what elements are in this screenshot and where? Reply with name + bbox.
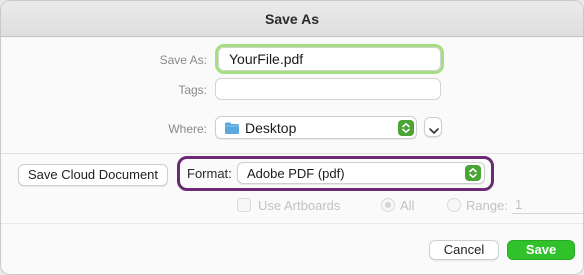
where-label: Where: bbox=[168, 122, 207, 136]
folder-icon bbox=[224, 121, 240, 140]
save-button[interactable]: Save bbox=[507, 240, 575, 260]
save-cloud-document-button[interactable]: Save Cloud Document bbox=[18, 164, 168, 186]
where-value: Desktop bbox=[245, 120, 297, 136]
tags-label: Tags: bbox=[178, 83, 207, 97]
range-input[interactable]: 1 bbox=[512, 196, 583, 214]
save-as-label: Save As: bbox=[159, 53, 207, 67]
all-radio[interactable] bbox=[381, 198, 395, 212]
footer-divider bbox=[1, 223, 583, 224]
format-label: Format: bbox=[187, 166, 232, 181]
dialog-content: Save As: YourFile.pdf Tags: Where: Deskt… bbox=[1, 38, 583, 274]
where-popup[interactable]: Desktop bbox=[215, 116, 417, 139]
dialog-title: Save As bbox=[1, 1, 583, 37]
section-divider bbox=[1, 153, 583, 154]
all-label: All bbox=[400, 198, 415, 213]
cancel-button[interactable]: Cancel bbox=[429, 240, 499, 260]
tags-input[interactable] bbox=[215, 78, 441, 100]
chevron-down-icon bbox=[428, 123, 440, 141]
range-label: Range: bbox=[466, 198, 508, 213]
format-value: Adobe PDF (pdf) bbox=[247, 166, 345, 181]
format-popup[interactable]: Adobe PDF (pdf) bbox=[237, 162, 485, 184]
expand-button[interactable] bbox=[424, 117, 442, 137]
filename-input[interactable]: YourFile.pdf bbox=[218, 47, 441, 71]
chevron-updown-icon bbox=[398, 120, 414, 136]
range-radio[interactable] bbox=[447, 198, 461, 212]
use-artboards-label: Use Artboards bbox=[258, 198, 341, 213]
save-as-dialog: Save As Save As: YourFile.pdf Tags: Wher… bbox=[0, 0, 584, 275]
chevron-updown-icon bbox=[465, 165, 481, 181]
use-artboards-checkbox[interactable] bbox=[237, 198, 251, 212]
